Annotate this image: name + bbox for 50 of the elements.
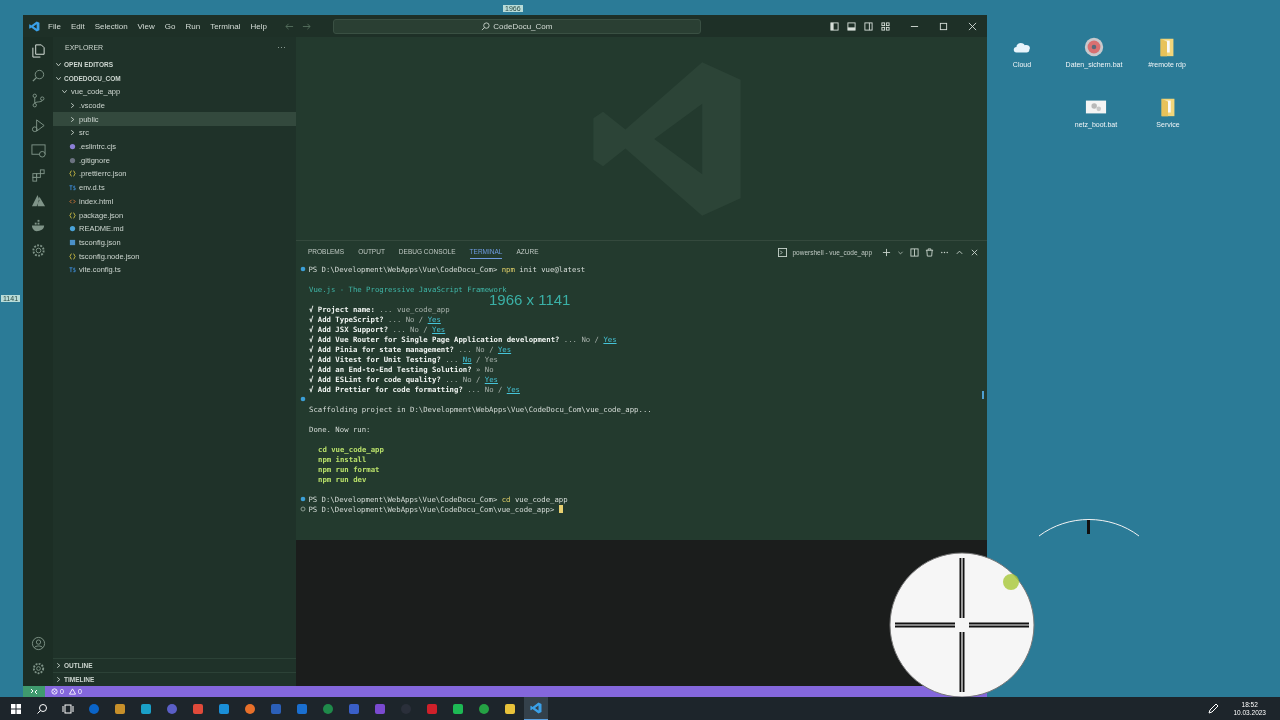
app-icon[interactable] [218, 702, 230, 715]
app-icon[interactable] [192, 702, 204, 715]
menu-item[interactable]: Help [250, 21, 267, 31]
more-actions-button[interactable]: ··· [277, 42, 286, 52]
app-icon[interactable] [114, 702, 126, 715]
source-control-icon[interactable] [30, 91, 46, 110]
run-debug-icon[interactable] [30, 116, 46, 135]
sidebar-layout-icon[interactable] [830, 21, 839, 31]
menu-item[interactable]: Selection [94, 21, 128, 31]
ribbon-logo-icon[interactable] [524, 696, 548, 720]
close-icon[interactable] [970, 247, 979, 257]
menu-item[interactable]: Edit [70, 21, 85, 31]
account-icon[interactable] [30, 634, 46, 653]
command-center[interactable]: CodeDocu_Com [332, 18, 701, 34]
ribbon-logo-icon [29, 20, 40, 32]
menu-item[interactable]: File [48, 21, 61, 31]
terminal-icon [777, 247, 787, 257]
trash-icon[interactable] [925, 247, 934, 257]
warning-icon [68, 688, 76, 695]
panel-layout-icon[interactable] [847, 21, 856, 31]
monitor-icon[interactable] [30, 141, 46, 160]
search-icon[interactable] [36, 702, 48, 715]
app-icon[interactable] [244, 702, 256, 715]
windows-logo-icon[interactable] [10, 702, 22, 715]
back-arrow-icon[interactable] [284, 21, 294, 31]
app-icon[interactable] [478, 702, 490, 715]
error-icon [51, 688, 58, 695]
gear-icon[interactable] [30, 241, 46, 260]
customize-layout-icon[interactable] [881, 21, 890, 31]
app-icon[interactable] [452, 702, 464, 715]
menu-item[interactable]: View [137, 21, 155, 31]
remote-icon[interactable] [23, 686, 45, 697]
app-icon[interactable] [504, 702, 516, 715]
pen-icon[interactable] [1207, 702, 1220, 715]
extensions-icon[interactable] [30, 166, 46, 185]
maximize-icon[interactable] [939, 21, 948, 31]
search-icon [481, 21, 491, 31]
plus-icon[interactable] [882, 247, 891, 257]
close-icon[interactable] [968, 21, 977, 31]
files-icon[interactable] [30, 41, 46, 60]
size-label: 1966 x 1141 [489, 291, 571, 308]
menu-item[interactable]: Go [164, 21, 176, 31]
split-layout-icon[interactable] [864, 21, 873, 31]
disc-icon[interactable] [1083, 36, 1105, 58]
split-icon[interactable] [910, 247, 919, 257]
menu-item[interactable]: Run [185, 21, 201, 31]
menu-item[interactable]: Terminal [210, 21, 241, 31]
forward-arrow-icon[interactable] [301, 21, 311, 31]
task-view-icon[interactable] [62, 702, 74, 715]
app-icon[interactable] [140, 702, 152, 715]
